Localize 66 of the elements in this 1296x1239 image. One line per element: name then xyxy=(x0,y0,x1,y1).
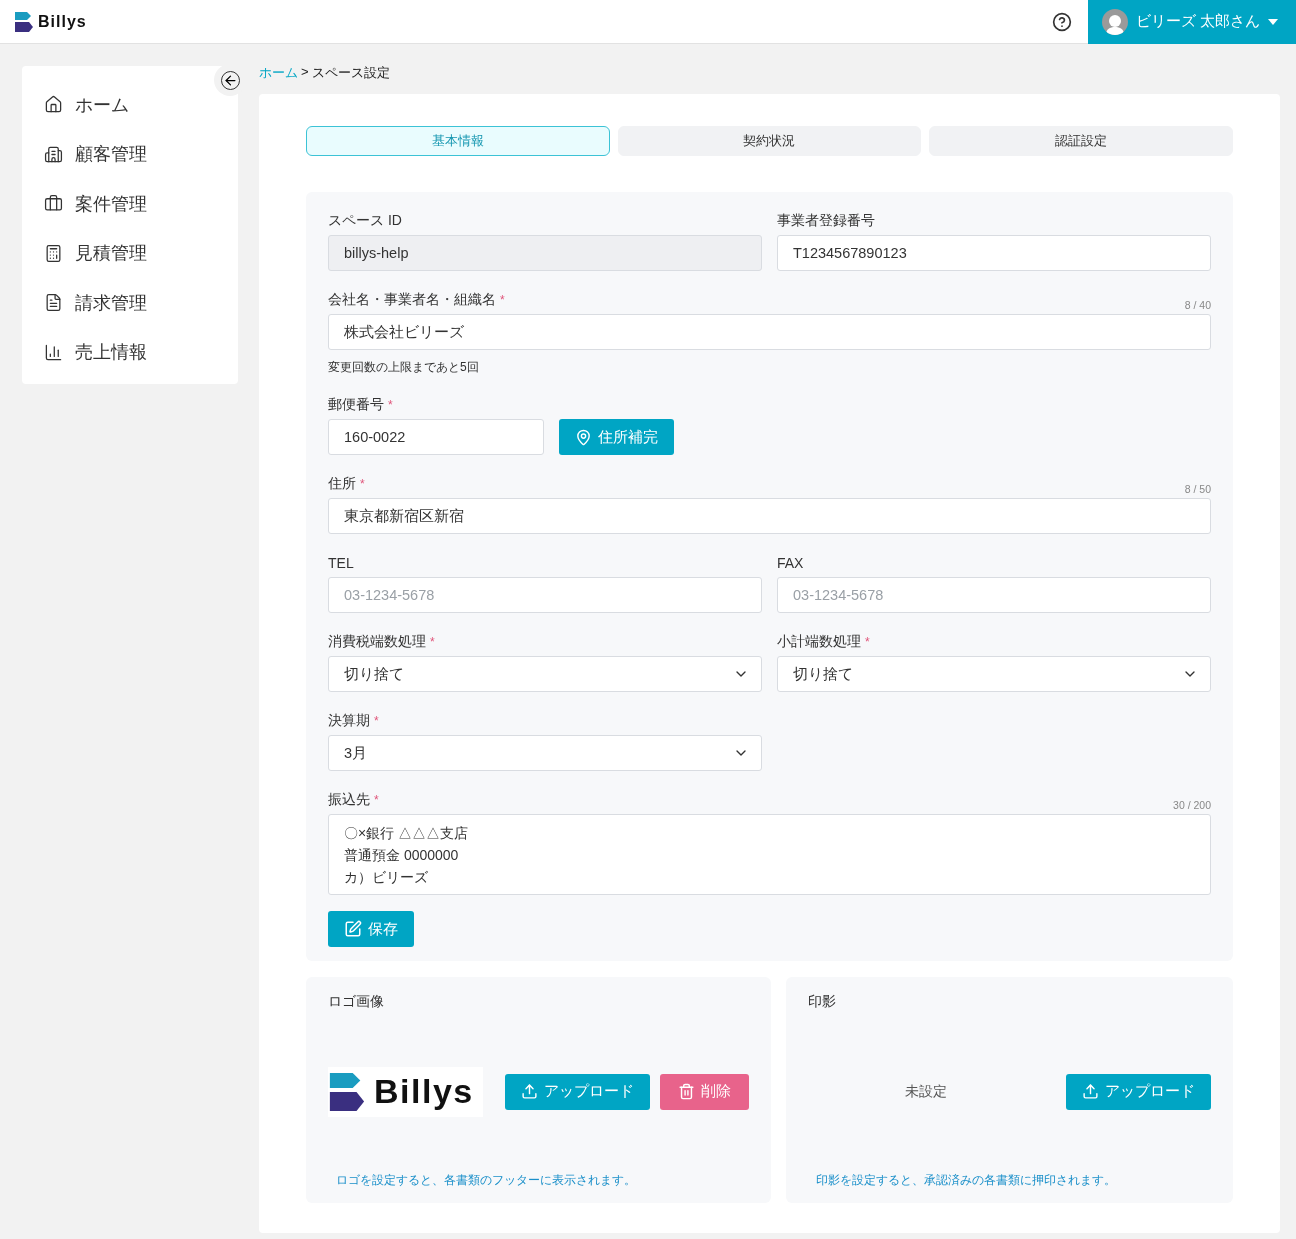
required-mark: * xyxy=(388,398,393,412)
field-label: 事業者登録番号 xyxy=(777,212,875,228)
field-label: TEL xyxy=(328,555,354,571)
character-counter: 8 / 50 xyxy=(1184,483,1211,495)
map-pin-icon xyxy=(575,428,592,446)
text-field[interactable]: 東京都新宿区新宿 xyxy=(328,498,1211,534)
panel-title: 印影 xyxy=(808,993,837,1011)
hint-text: ロゴを設定すると、各書類のフッターに表示されます。 xyxy=(335,1172,637,1189)
text-field[interactable]: T1234567890123 xyxy=(777,235,1211,271)
upload-icon xyxy=(1082,1083,1099,1100)
seal-status: 未設定 xyxy=(904,1082,948,1101)
textarea-line: 〇×銀行 △△△支店 xyxy=(344,824,470,843)
required-mark: * xyxy=(430,635,435,649)
text-field[interactable]: 03-1234-5678 xyxy=(777,577,1211,613)
sidebar-item[interactable]: 顧客管理 xyxy=(44,129,238,179)
field-label: 振込先 xyxy=(328,791,370,807)
bar-chart-icon xyxy=(44,342,63,362)
textarea-field[interactable]: 〇×銀行 △△△支店 普通預金 0000000 カ）ビリーズ xyxy=(328,814,1211,895)
select-field[interactable]: 切り捨て xyxy=(328,656,762,692)
textarea-line: 普通預金 0000000 xyxy=(344,846,460,865)
breadcrumb-separator: > xyxy=(301,64,309,81)
field-label: 小計端数処理 xyxy=(777,633,861,649)
caret-icon xyxy=(1268,18,1278,25)
field-label: スペース ID xyxy=(328,212,402,228)
select-field[interactable]: 切り捨て xyxy=(777,656,1211,692)
required-mark: * xyxy=(865,635,870,649)
logo-image: Billys xyxy=(328,1066,483,1117)
field-label: 会社名・事業者名・組織名 xyxy=(328,291,496,307)
field-label: 郵便番号 xyxy=(328,396,384,412)
brand-name: Billys xyxy=(38,12,87,31)
tab[interactable]: 契約状況 xyxy=(617,126,922,156)
building-icon xyxy=(44,144,63,164)
document-icon xyxy=(44,293,63,313)
calculator-icon xyxy=(44,243,63,263)
character-counter: 8 / 40 xyxy=(1184,299,1211,311)
required-mark: * xyxy=(374,714,379,728)
text-field[interactable]: 03-1234-5678 xyxy=(328,577,762,613)
text-field[interactable]: 株式会社ビリーズ xyxy=(328,314,1211,350)
panel-title: ロゴ画像 xyxy=(328,993,385,1011)
required-mark: * xyxy=(360,477,365,491)
field-label: 住所 xyxy=(328,475,356,491)
avatar-icon xyxy=(1101,8,1128,35)
field-note: 変更回数の上限まであと5回 xyxy=(328,359,480,376)
field-label: 決算期 xyxy=(328,712,370,728)
home-icon xyxy=(44,95,63,115)
brand-logo-icon xyxy=(14,10,34,33)
help-icon[interactable] xyxy=(1051,11,1072,32)
sidebar-item[interactable]: 案件管理 xyxy=(44,179,238,229)
required-mark: * xyxy=(500,293,505,307)
tab[interactable]: 認証設定 xyxy=(929,126,1233,156)
sidebar-item[interactable]: 見積管理 xyxy=(44,228,238,278)
breadcrumb-current: スペース設定 xyxy=(311,64,390,82)
textarea-line: カ）ビリーズ xyxy=(344,868,429,887)
hint-text: 印影を設定すると、承認済みの各書類に押印されます。 xyxy=(815,1172,1117,1189)
character-counter: 30 / 200 xyxy=(1173,799,1211,811)
edit-icon xyxy=(344,920,362,938)
required-mark: * xyxy=(374,793,379,807)
field-label: FAX xyxy=(777,555,804,571)
select-field[interactable]: 3月 xyxy=(328,735,762,771)
sidebar-item[interactable]: ホーム xyxy=(44,80,238,130)
sidebar-item[interactable]: 請求管理 xyxy=(44,278,238,328)
sidebar-item[interactable]: 売上情報 xyxy=(44,327,238,377)
upload-icon xyxy=(521,1083,538,1100)
trash-icon xyxy=(678,1083,695,1100)
postal-code-field[interactable]: 160-0022 xyxy=(328,419,544,455)
field-label: 消費税端数処理 xyxy=(328,633,426,649)
